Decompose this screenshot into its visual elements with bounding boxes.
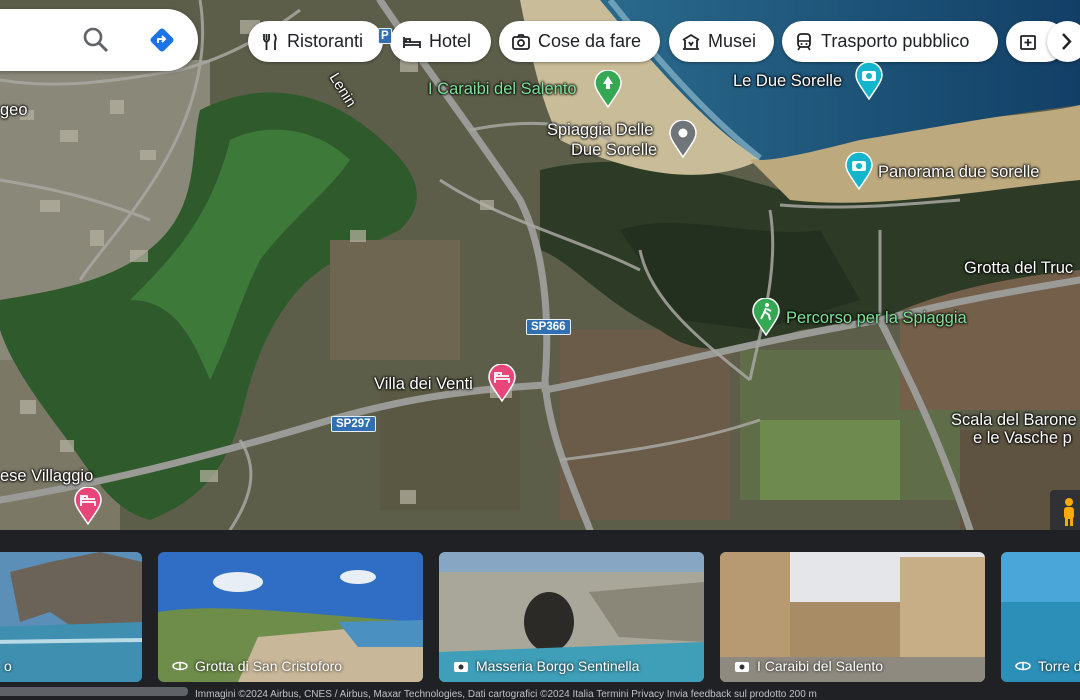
viewpoint-pin-icon [855, 61, 883, 101]
label-grotta-del-truc[interactable]: Grotta del Truc [964, 259, 1073, 278]
chip-ristoranti[interactable]: Ristoranti [248, 21, 383, 62]
pegman-icon [1064, 498, 1074, 526]
place-pin-i-caraibi[interactable] [594, 69, 622, 109]
photo-carousel[interactable]: o Grotta di San Cristoforo Masseria Borg… [0, 530, 1080, 700]
label-geo[interactable]: geo [0, 101, 28, 120]
camera-icon [512, 33, 530, 50]
carousel-scrollbar[interactable] [0, 687, 188, 696]
chip-hotel[interactable]: Hotel [390, 21, 491, 62]
viewpoint-pin-icon [845, 151, 873, 191]
chip-label: Cose da fare [538, 31, 642, 51]
road-label-sp297: SP297 [331, 416, 376, 432]
search-box[interactable] [0, 9, 198, 71]
map-attribution: Immagini ©2024 Airbus, CNES / Airbus, Ma… [195, 689, 817, 700]
label-scala-2[interactable]: e le Vasche p [973, 429, 1072, 448]
chip-trasporto-pubblico[interactable]: Trasporto pubblico [782, 21, 998, 62]
place-pin-spiaggia[interactable] [669, 119, 697, 159]
label-percorso[interactable]: Percorso per la Spiaggia [786, 309, 967, 328]
photo-card[interactable]: I Caraibi del Salento [720, 552, 985, 682]
photo-card[interactable]: Torre d [1001, 552, 1080, 682]
road-label-sp366: SP366 [526, 319, 571, 335]
chips-scroll-right-button[interactable] [1047, 21, 1080, 62]
label-panorama[interactable]: Panorama due sorelle [878, 163, 1039, 182]
photo-caption: I Caraibi del Salento [757, 658, 884, 674]
label-scala-1[interactable]: Scala del Barone [951, 411, 1077, 430]
chip-cose-da-fare[interactable]: Cose da fare [499, 21, 660, 62]
hiking-pin-icon [752, 297, 780, 337]
place-pin-villaggio[interactable] [74, 486, 102, 526]
search-icon[interactable] [82, 26, 110, 54]
bed-icon [403, 36, 421, 48]
photo-card[interactable]: Grotta di San Cristoforo [158, 552, 423, 682]
hotel-pin-icon [74, 486, 102, 526]
place-pin-le-due-sorelle[interactable] [855, 61, 883, 101]
place-pin-villa-dei-venti[interactable] [488, 363, 516, 403]
360-icon [172, 661, 188, 671]
photo-card[interactable]: Masseria Borgo Sentinella [439, 552, 704, 682]
label-le-due-sorelle[interactable]: Le Due Sorelle [733, 72, 842, 91]
museum-icon [682, 33, 700, 50]
chip-label: Ristoranti [287, 31, 364, 51]
photo-caption: Grotta di San Cristoforo [195, 658, 343, 674]
photo-caption: Masseria Borgo Sentinella [476, 658, 640, 674]
photo-caption: o [4, 658, 12, 674]
street-view-pegman[interactable] [1050, 490, 1080, 530]
label-spiaggia-1[interactable]: Spiaggia Delle [547, 121, 653, 140]
label-villaggio[interactable]: ese Villaggio [0, 467, 93, 486]
road-label-p: P [378, 28, 392, 44]
beach-pin-icon [669, 119, 697, 159]
360-icon [1015, 661, 1031, 671]
hotel-pin-icon [488, 363, 516, 403]
directions-icon[interactable] [148, 26, 176, 54]
pharmacy-icon [1020, 34, 1036, 50]
train-icon [797, 32, 811, 50]
chip-label: Trasporto pubblico [821, 31, 970, 51]
chip-musei[interactable]: Musei [669, 21, 774, 62]
chevron-right-icon [1062, 33, 1072, 50]
photo-caption: Torre d [1038, 658, 1080, 674]
camera-icon [454, 662, 468, 672]
chip-label: Hotel [429, 31, 472, 51]
camera-icon [735, 662, 749, 672]
label-villa-dei-venti[interactable]: Villa dei Venti [374, 375, 473, 394]
photo-coast-cliffs [0, 552, 142, 682]
park-pin-icon [594, 69, 622, 109]
fork-knife-icon [263, 32, 277, 50]
chip-label: Musei [708, 31, 757, 51]
place-pin-percorso[interactable] [752, 297, 780, 337]
satellite-map[interactable]: Ristoranti Hotel Cose da fare Musei Tras… [0, 0, 1080, 530]
place-pin-panorama[interactable] [845, 151, 873, 191]
label-i-caraibi[interactable]: I Caraibi del Salento [428, 80, 577, 99]
photo-card[interactable]: o [0, 552, 142, 682]
label-spiaggia-2[interactable]: Due Sorelle [571, 141, 657, 160]
